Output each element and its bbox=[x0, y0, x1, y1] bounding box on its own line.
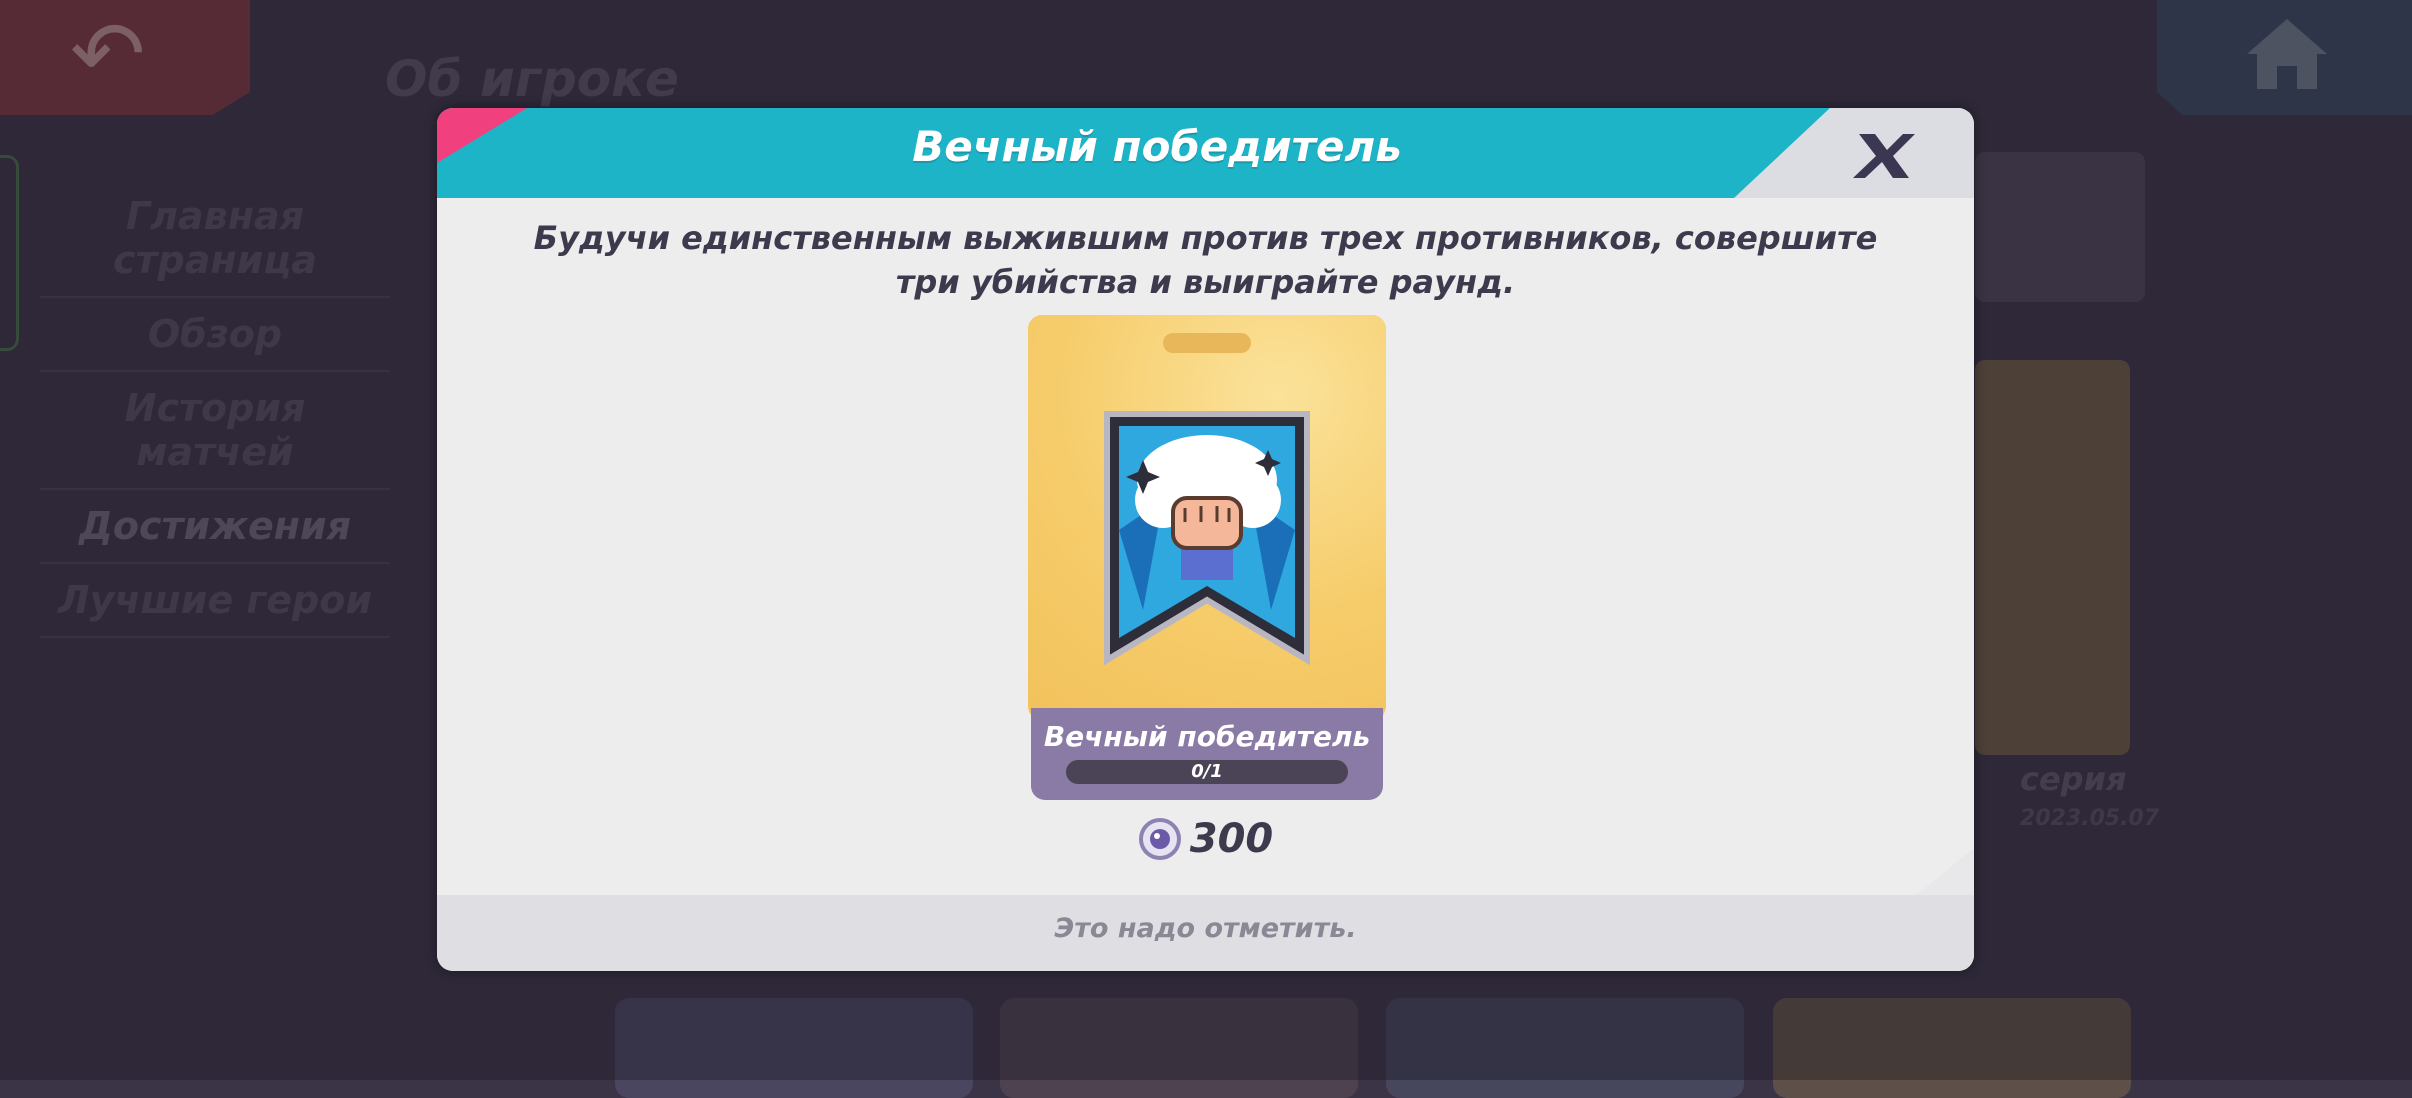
achievement-card-footer: Вечный победитель 0/1 bbox=[1031, 708, 1383, 800]
close-icon[interactable] bbox=[1849, 126, 1919, 186]
card-slot bbox=[1163, 333, 1251, 353]
dialog-footer-text: Это надо отметить. bbox=[1054, 913, 1357, 944]
achievement-dialog: Вечный победитель Будучи единственным вы… bbox=[437, 108, 1974, 971]
dialog-footer: Это надо отметить. bbox=[437, 895, 1974, 971]
reward-row: 300 bbox=[437, 816, 1974, 865]
dialog-header: Вечный победитель bbox=[437, 108, 1974, 200]
progress-bar: 0/1 bbox=[1066, 760, 1348, 784]
gem-icon bbox=[1138, 818, 1181, 860]
achievement-name: Вечный победитель bbox=[1043, 720, 1371, 753]
fist-banner-icon bbox=[1104, 411, 1310, 665]
achievement-card bbox=[1028, 315, 1386, 720]
dialog-title: Вечный победитель bbox=[912, 122, 1402, 171]
dialog-description: Будучи единственным выжившим против трех… bbox=[533, 219, 1878, 301]
progress-text: 0/1 bbox=[1191, 761, 1223, 782]
reward-amount: 300 bbox=[1189, 816, 1274, 862]
